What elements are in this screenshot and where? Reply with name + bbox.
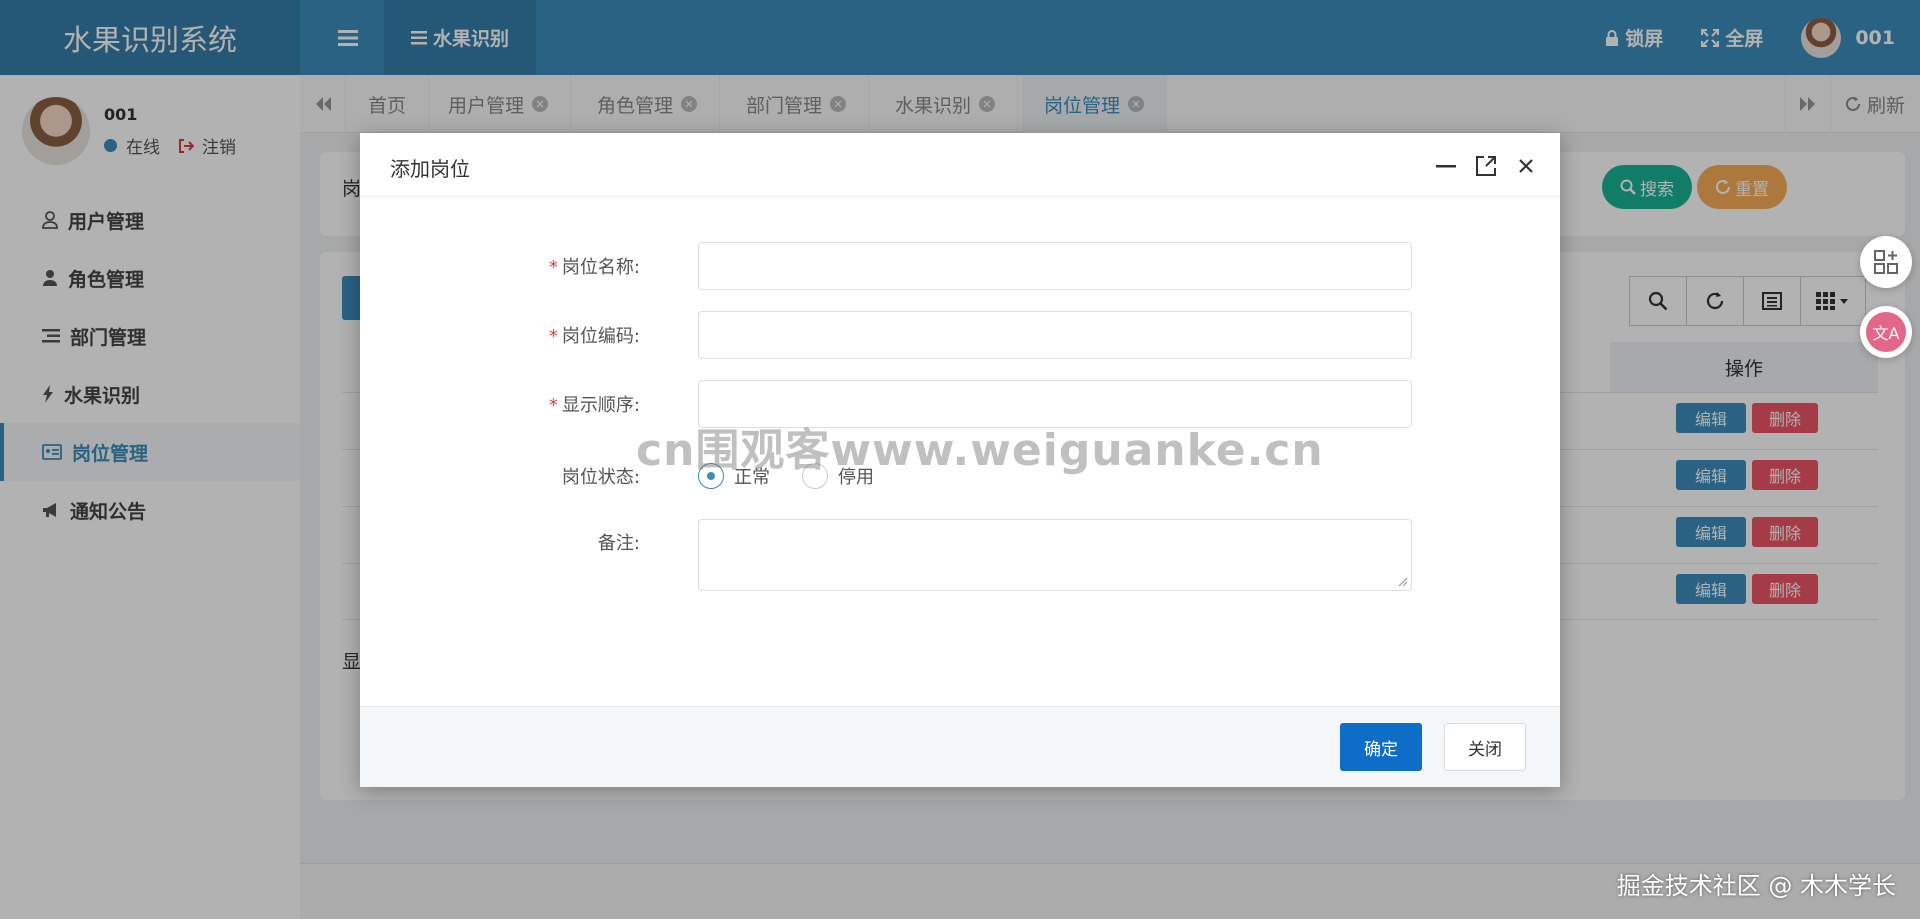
post-sort-label: * 显示顺序: — [548, 395, 640, 416]
maximize-button[interactable] — [1473, 153, 1499, 179]
watermark-text: cn围观客www.weiguanke.cn — [636, 425, 1324, 476]
dialog-header: 添加岗位 — [360, 133, 1560, 197]
apps-add-icon — [1874, 250, 1898, 274]
post-name-input[interactable] — [698, 242, 1412, 290]
dialog-close-button[interactable] — [1513, 153, 1539, 179]
post-status-label: 岗位状态: — [561, 467, 640, 488]
remark-label: 备注: — [597, 533, 640, 554]
dialog-footer: 确定 关闭 — [360, 706, 1560, 787]
minimize-button[interactable] — [1433, 153, 1459, 179]
credit-watermark: 掘金技术社区 @ 木木学长 — [1616, 872, 1896, 900]
close-icon — [1519, 159, 1533, 173]
remark-textarea[interactable] — [698, 519, 1412, 591]
resize-handle-icon[interactable] — [1398, 577, 1408, 587]
confirm-button[interactable]: 确定 — [1340, 723, 1422, 771]
close-button[interactable]: 关闭 — [1444, 723, 1526, 771]
minimize-icon — [1436, 165, 1456, 168]
floating-apps-button[interactable] — [1860, 236, 1912, 288]
floating-translate-button[interactable]: 文A — [1860, 306, 1912, 358]
post-name-label: * 岗位名称: — [548, 257, 640, 278]
post-code-input[interactable] — [698, 311, 1412, 359]
dialog-title: 添加岗位 — [390, 157, 470, 181]
maximize-icon — [1476, 156, 1496, 176]
post-code-label: * 岗位编码: — [548, 326, 640, 347]
translate-icon: 文A — [1866, 312, 1906, 352]
